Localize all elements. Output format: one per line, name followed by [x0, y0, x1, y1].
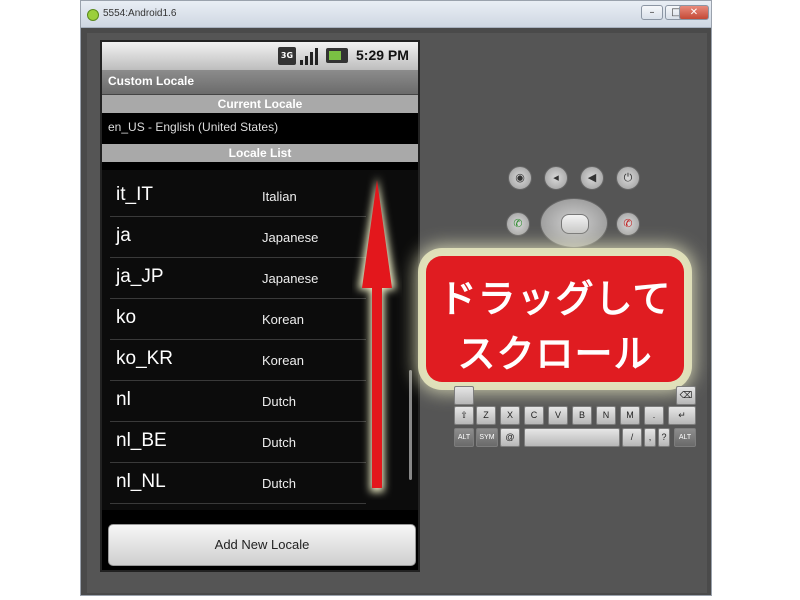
signal-icon — [300, 47, 320, 65]
dpad-control[interactable] — [540, 198, 608, 248]
volume-down-button-icon[interactable]: ◂ — [544, 166, 568, 190]
drag-to-scroll-callout: ドラッグして スクロール — [426, 256, 684, 382]
key-c[interactable]: C — [524, 406, 544, 425]
current-locale-header: Current Locale — [102, 95, 418, 113]
key-del[interactable]: ⌫ — [676, 386, 696, 405]
key-z[interactable]: Z — [476, 406, 496, 425]
list-item[interactable]: nl_NL Dutch — [110, 463, 366, 504]
network-3g-icon: 3G — [278, 47, 296, 65]
app-title: Custom Locale — [108, 74, 195, 88]
scroll-up-arrow-icon — [358, 176, 396, 492]
callout-line-1: ドラッグして — [438, 277, 672, 321]
call-button-icon[interactable]: ✆ — [506, 212, 530, 236]
key-b[interactable]: B — [572, 406, 592, 425]
locale-name: Dutch — [262, 394, 296, 409]
window-title: 5554:Android1.6 — [103, 8, 177, 19]
key-x[interactable]: X — [500, 406, 520, 425]
volume-up-button-icon[interactable]: ◀ — [580, 166, 604, 190]
locale-name: Japanese — [262, 230, 319, 245]
battery-icon — [326, 48, 348, 63]
locale-code: nl_BE — [116, 430, 167, 451]
window-titlebar: 5554:Android1.6 – □ ✕ — [81, 1, 711, 28]
list-item[interactable]: nl Dutch — [110, 381, 366, 422]
camera-button-icon[interactable]: ◉ — [508, 166, 532, 190]
key-alt-left[interactable]: ALT — [454, 428, 474, 447]
key-question[interactable]: ? — [658, 428, 670, 447]
locale-name: Dutch — [262, 435, 296, 450]
end-call-button-icon[interactable]: ✆ — [616, 212, 640, 236]
locale-code: nl_NL — [116, 471, 166, 492]
add-new-locale-button[interactable]: Add New Locale — [108, 524, 416, 566]
app-title-bar: Custom Locale — [102, 70, 418, 95]
key-enter[interactable]: ↵ — [668, 406, 696, 425]
locale-code: it_IT — [116, 184, 153, 205]
list-item[interactable]: ko_KR Korean — [110, 340, 366, 381]
key-m[interactable]: M — [620, 406, 640, 425]
list-item[interactable]: ko Korean — [110, 299, 366, 340]
locale-name: Korean — [262, 312, 304, 327]
android-icon — [87, 9, 99, 21]
key-shift[interactable]: ⇧ — [454, 406, 474, 425]
key-sym[interactable]: SYM — [476, 428, 498, 447]
key-v[interactable]: V — [548, 406, 568, 425]
key-slash[interactable]: / — [622, 428, 642, 447]
list-item[interactable]: ja Japanese — [110, 217, 366, 258]
emulator-keyboard: ⌫ ⇧ Z X C V B N M . ↵ ALT SYM @ / , ? AL… — [452, 380, 696, 452]
list-item[interactable]: it_IT Italian — [110, 176, 366, 217]
key-period[interactable]: . — [644, 406, 664, 425]
locale-code: nl — [116, 389, 131, 410]
locale-name: Dutch — [262, 476, 296, 491]
key-space[interactable] — [524, 428, 620, 447]
minimize-button[interactable]: – — [641, 5, 663, 20]
current-locale-value: en_US - English (United States) — [108, 120, 279, 134]
key-n[interactable]: N — [596, 406, 616, 425]
locale-code: ja_JP — [116, 266, 164, 287]
key-comma[interactable]: , — [644, 428, 656, 447]
locale-name: Korean — [262, 353, 304, 368]
list-item[interactable]: ja_JP Japanese — [110, 258, 366, 299]
status-bar: 3G 5:29 PM — [102, 42, 418, 70]
key-alt-right[interactable]: ALT — [674, 428, 696, 447]
list-scrollbar[interactable] — [409, 370, 412, 480]
locale-code: ko — [116, 307, 137, 328]
key-blank[interactable] — [454, 386, 474, 405]
locale-code: ja — [116, 225, 131, 246]
callout-line-2: スクロール — [457, 332, 653, 376]
locale-code: ko_KR — [116, 348, 174, 369]
power-button-icon[interactable]: ⏻ — [616, 166, 640, 190]
locale-list-header: Locale List — [102, 144, 418, 162]
list-item[interactable]: nl_BE Dutch — [110, 422, 366, 463]
close-button[interactable]: ✕ — [679, 5, 709, 20]
key-at[interactable]: @ — [500, 428, 520, 447]
locale-name: Japanese — [262, 271, 319, 286]
status-time: 5:29 PM — [356, 47, 409, 63]
dpad-center-button[interactable] — [561, 214, 589, 234]
locale-name: Italian — [262, 189, 297, 204]
